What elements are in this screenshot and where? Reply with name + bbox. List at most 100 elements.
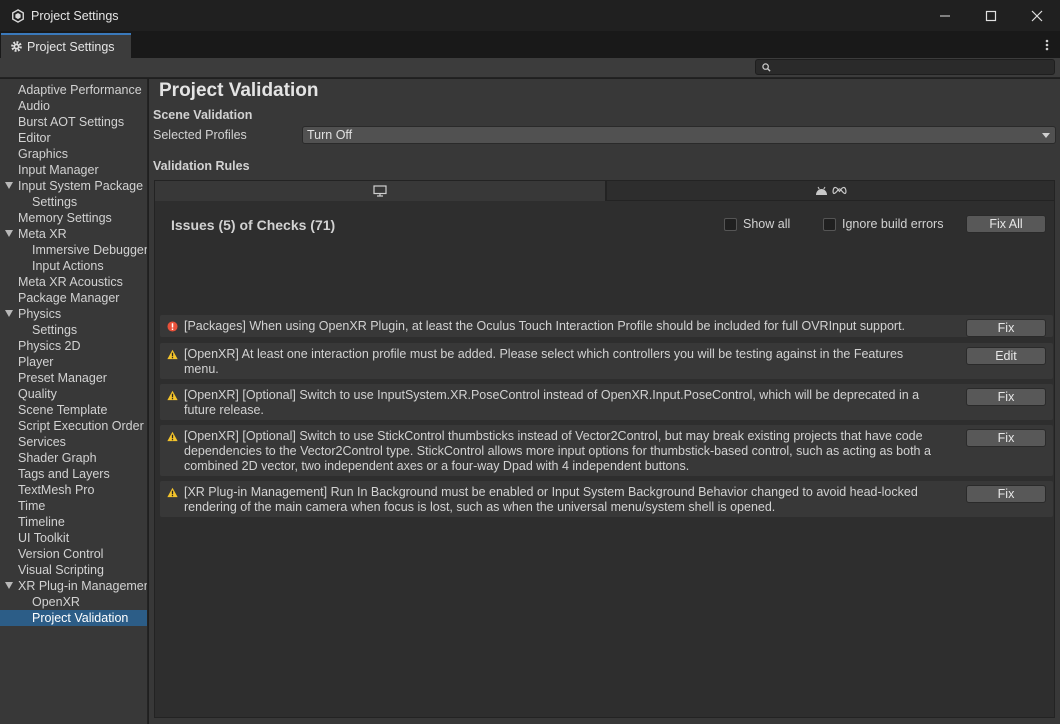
- sidebar-item[interactable]: Shader Graph: [0, 450, 147, 466]
- sidebar-item[interactable]: Tags and Layers: [0, 466, 147, 482]
- sidebar-item[interactable]: Immersive Debugger: [0, 242, 147, 258]
- sidebar-item[interactable]: Scene Template: [0, 402, 147, 418]
- warning-icon: [167, 349, 178, 360]
- sidebar-item[interactable]: Package Manager: [0, 290, 147, 306]
- sidebar-item-label: OpenXR: [32, 595, 80, 609]
- issue-message: [OpenXR] At least one interaction profil…: [184, 347, 904, 376]
- ignore-build-errors-label: Ignore build errors: [842, 217, 944, 231]
- edit-button[interactable]: Edit: [966, 347, 1046, 365]
- fix-button[interactable]: Fix: [966, 429, 1046, 447]
- sidebar-item[interactable]: Version Control: [0, 546, 147, 562]
- selected-profiles-dropdown[interactable]: Turn Off: [302, 126, 1056, 144]
- sidebar-item[interactable]: Audio: [0, 98, 147, 114]
- sidebar-item-label: TextMesh Pro: [18, 483, 95, 497]
- sidebar-item[interactable]: Memory Settings: [0, 210, 147, 226]
- sidebar-item-label: Tags and Layers: [18, 467, 110, 481]
- sidebar-item[interactable]: Services: [0, 434, 147, 450]
- sidebar-item[interactable]: TextMesh Pro: [0, 482, 147, 498]
- sidebar-item-label: Physics 2D: [18, 339, 81, 353]
- sidebar-item[interactable]: Input System Package: [0, 178, 147, 194]
- sidebar-item-label: Meta XR Acoustics: [18, 275, 123, 289]
- sidebar-item-label: Input System Package: [18, 179, 144, 193]
- monitor-icon: [373, 185, 387, 197]
- sidebar-item-label: Visual Scripting: [18, 563, 104, 577]
- kebab-menu-icon: [1045, 39, 1049, 51]
- sidebar-item[interactable]: Meta XR Acoustics: [0, 274, 147, 290]
- maximize-button[interactable]: [968, 0, 1014, 31]
- android-icon: [815, 186, 827, 195]
- warning-icon: [167, 487, 178, 498]
- sidebar-item-label: Shader Graph: [18, 451, 97, 465]
- tab-android-platform[interactable]: [606, 180, 1055, 201]
- sidebar-item[interactable]: Time: [0, 498, 147, 514]
- sidebar-item-label: Memory Settings: [18, 211, 112, 225]
- issue-message: [XR Plug-in Management] Run In Backgroun…: [184, 485, 918, 514]
- search-input[interactable]: [755, 59, 1055, 75]
- validation-rules-heading: Validation Rules: [153, 159, 250, 173]
- tab-standalone-platform[interactable]: [154, 180, 606, 201]
- ignore-build-errors-checkbox[interactable]: Ignore build errors: [823, 217, 943, 231]
- sidebar-item[interactable]: Editor: [0, 130, 147, 146]
- sidebar-item[interactable]: XR Plug-in Management: [0, 578, 148, 594]
- scene-validation-heading: Scene Validation: [153, 108, 253, 122]
- expand-caret-icon[interactable]: [5, 230, 13, 237]
- sidebar-item[interactable]: Meta XR: [0, 226, 147, 242]
- sidebar-item[interactable]: Input Actions: [0, 258, 147, 274]
- checkbox-box: [724, 217, 737, 231]
- error-icon: [167, 321, 178, 332]
- fix-button[interactable]: Fix: [966, 388, 1046, 406]
- more-options-button[interactable]: [1040, 36, 1054, 54]
- sidebar-item[interactable]: Physics 2D: [0, 338, 147, 354]
- issue-row: [OpenXR] [Optional] Switch to use InputS…: [160, 384, 1053, 420]
- sidebar-item[interactable]: UI Toolkit: [0, 530, 147, 546]
- sidebar-item[interactable]: Script Execution Order: [0, 418, 147, 434]
- issue-row: [Packages] When using OpenXR Plugin, at …: [160, 315, 1053, 337]
- sidebar-item-label: Input Actions: [32, 259, 104, 273]
- show-all-label: Show all: [743, 217, 791, 231]
- sidebar-item[interactable]: Graphics: [0, 146, 147, 162]
- sidebar-item[interactable]: Project Validation: [0, 610, 147, 626]
- sidebar-item-label: Quality: [18, 387, 57, 401]
- expand-caret-icon[interactable]: [5, 310, 13, 317]
- expand-caret-icon[interactable]: [5, 582, 13, 589]
- tab-project-settings[interactable]: Project Settings: [1, 33, 131, 58]
- fix-button[interactable]: Fix: [966, 319, 1046, 337]
- meta-logo-icon: [831, 186, 847, 195]
- sidebar-item[interactable]: OpenXR: [0, 594, 147, 610]
- sidebar-item-label: Player: [18, 355, 54, 369]
- sidebar-item[interactable]: Timeline: [0, 514, 147, 530]
- minimize-button[interactable]: [922, 0, 968, 31]
- close-button[interactable]: [1014, 0, 1060, 31]
- sidebar-item-label: XR Plug-in Management: [18, 579, 148, 593]
- sidebar-item-label: Audio: [18, 99, 50, 113]
- sidebar-item[interactable]: Adaptive Performance: [0, 82, 147, 98]
- sidebar-item[interactable]: Input Manager: [0, 162, 147, 178]
- expand-caret-icon[interactable]: [5, 182, 13, 189]
- warning-icon: [167, 390, 178, 401]
- sidebar-item-label: Services: [18, 435, 66, 449]
- minimize-icon: [940, 15, 950, 16]
- dropdown-arrow-icon: [1042, 133, 1050, 138]
- sidebar-item[interactable]: Quality: [0, 386, 147, 402]
- maximize-icon: [985, 10, 997, 21]
- checkbox-box: [823, 217, 836, 231]
- sidebar-item[interactable]: Burst AOT Settings: [0, 114, 147, 130]
- sidebar-item[interactable]: Physics: [0, 306, 147, 322]
- issue-row: [OpenXR] At least one interaction profil…: [160, 343, 1053, 379]
- sidebar-item-label: Graphics: [18, 147, 69, 161]
- sidebar-item[interactable]: Player: [0, 354, 147, 370]
- warning-icon: [167, 431, 178, 442]
- settings-toolbar: [0, 58, 1060, 78]
- fix-all-button[interactable]: Fix All: [966, 215, 1046, 233]
- sidebar-item[interactable]: Preset Manager: [0, 370, 147, 386]
- show-all-checkbox[interactable]: Show all: [724, 217, 790, 231]
- sidebar-item[interactable]: Settings: [0, 194, 147, 210]
- sidebar-item-label: Time: [18, 499, 46, 513]
- issue-message: [OpenXR] [Optional] Switch to use StickC…: [184, 429, 931, 473]
- gear-icon: [11, 41, 22, 52]
- sidebar-item[interactable]: Visual Scripting: [0, 562, 147, 578]
- editor-tab-bar: Project Settings: [0, 31, 1060, 58]
- unity-logo-icon: [12, 8, 24, 23]
- sidebar-item[interactable]: Settings: [0, 322, 147, 338]
- fix-button[interactable]: Fix: [966, 485, 1046, 503]
